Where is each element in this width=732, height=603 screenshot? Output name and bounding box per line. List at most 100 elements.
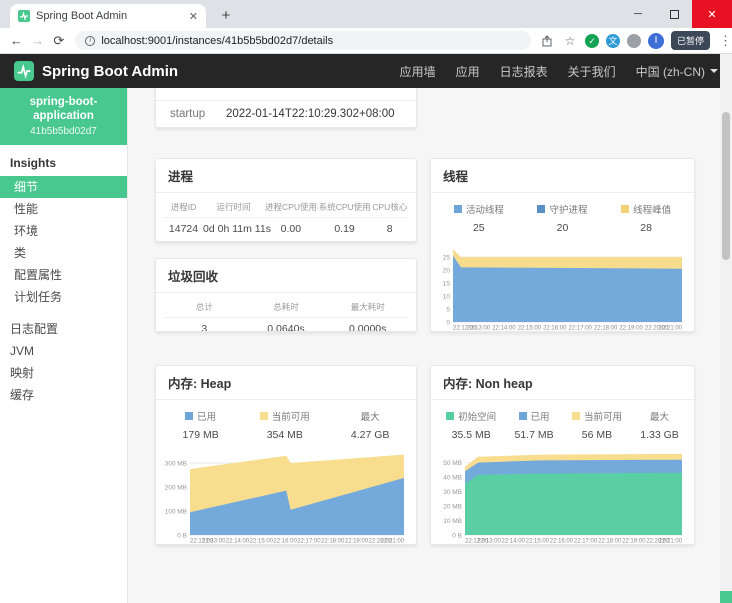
cell-value: 0.0000s	[327, 318, 408, 332]
legend-item-top: 当前可用	[260, 409, 310, 423]
nav-item-1[interactable]: 应用	[456, 63, 480, 80]
legend-label: 初始空间	[458, 409, 496, 423]
legend-value: 354 MB	[260, 429, 310, 441]
app-brand-title[interactable]: Spring Boot Admin	[42, 63, 400, 80]
extension-adblock-icon[interactable]: ✓	[585, 34, 599, 48]
legend-item: 线程峰值28	[621, 202, 671, 234]
legend-value: 25	[454, 222, 504, 234]
sidebar-item[interactable]: 计划任务	[0, 286, 127, 308]
sidebar-item[interactable]: 细节	[0, 176, 127, 198]
extension-translate-icon[interactable]: 文	[606, 34, 620, 48]
legend-value: 51.7 MB	[515, 429, 554, 441]
refresh-button[interactable]: ⟳	[48, 33, 69, 49]
column-header: CPU核心数	[371, 198, 408, 218]
extensions-puzzle-icon[interactable]	[627, 34, 641, 48]
sidebar-item[interactable]: 日志配置	[0, 318, 127, 340]
svg-text:22:17:00: 22:17:00	[297, 539, 321, 545]
column-header: 运行时间	[203, 198, 264, 218]
tab-close-icon[interactable]: ✕	[189, 10, 198, 23]
svg-text:100 MB: 100 MB	[165, 509, 187, 516]
legend-value: 1.33 GB	[640, 429, 679, 441]
startup-label: startup	[170, 108, 226, 120]
main-content: startup 2022-01-14T22:10:29.302+08:00 进程…	[128, 88, 722, 603]
legend-value: 56 MB	[572, 429, 622, 441]
column-header: 系统CPU使用率	[318, 198, 372, 218]
cell-value: 0d 0h 11m 11s	[203, 218, 264, 235]
bookmark-star-icon[interactable]: ☆	[562, 33, 578, 49]
svg-text:22:18:00: 22:18:00	[321, 539, 345, 545]
url-field[interactable]: i localhost:9001/instances/41b5b5bd02d7/…	[75, 31, 531, 50]
svg-text:22:14:00: 22:14:00	[492, 326, 516, 332]
locale-label: 中国 (zh-CN)	[636, 63, 705, 80]
svg-text:22:21:00: 22:21:00	[381, 539, 405, 545]
nav-item-0[interactable]: 应用墙	[400, 63, 436, 80]
cell-value: 0.0640s	[245, 318, 328, 332]
startup-card: startup 2022-01-14T22:10:29.302+08:00	[155, 88, 417, 128]
back-button[interactable]: ←	[6, 33, 27, 48]
sidebar-item[interactable]: 映射	[0, 362, 127, 384]
legend-swatch-icon	[572, 412, 580, 420]
legend-swatch-icon	[185, 412, 193, 420]
cell-value: 3	[164, 318, 245, 332]
column-header: 总计	[164, 298, 245, 318]
legend-value: 179 MB	[183, 429, 219, 441]
nav-item-2[interactable]: 日志报表	[500, 63, 548, 80]
legend-label: 已用	[197, 409, 216, 423]
browser-menu-icon[interactable]: ⋮	[719, 33, 732, 49]
svg-text:20 MB: 20 MB	[443, 504, 462, 511]
sidebar-item[interactable]: 性能	[0, 198, 127, 220]
locale-dropdown[interactable]: 中国 (zh-CN)	[636, 63, 718, 80]
nonheap-card-title: 内存: Non heap	[431, 366, 694, 400]
sidebar-item[interactable]: 环境	[0, 220, 127, 242]
scrollbar-track[interactable]	[720, 54, 732, 603]
site-info-icon[interactable]: i	[85, 36, 95, 46]
sidebar-item[interactable]: 缓存	[0, 384, 127, 406]
svg-text:22:15:00: 22:15:00	[518, 326, 542, 332]
legend-label: 已用	[531, 409, 550, 423]
svg-text:22:16:00: 22:16:00	[550, 539, 574, 545]
svg-text:22:21:00: 22:21:00	[659, 326, 683, 332]
svg-text:22:13:00: 22:13:00	[202, 539, 226, 545]
svg-text:22:16:00: 22:16:00	[543, 326, 567, 332]
window-close-button[interactable]: ✕	[692, 0, 732, 28]
profile-avatar[interactable]: I	[648, 33, 664, 49]
legend-item: 当前可用 354 MB	[260, 409, 310, 441]
browser-tabstrip: Spring Boot Admin ✕ + ─ ✕	[0, 0, 732, 28]
svg-text:22:14:00: 22:14:00	[502, 539, 526, 545]
legend-item-top: 最大	[351, 409, 390, 423]
window-maximize-button[interactable]	[656, 0, 692, 28]
svg-text:20: 20	[443, 268, 451, 275]
svg-text:30 MB: 30 MB	[443, 489, 462, 496]
new-tab-button[interactable]: +	[214, 4, 238, 28]
svg-text:22:15:00: 22:15:00	[526, 539, 550, 545]
svg-text:22:19:00: 22:19:00	[619, 326, 643, 332]
screen: Spring Boot Admin ✕ + ─ ✕ ← → ⟳ i localh…	[0, 0, 732, 603]
process-card-title: 进程	[156, 159, 416, 193]
sidebar-item[interactable]: 配置属性	[0, 264, 127, 286]
browser-tab[interactable]: Spring Boot Admin ✕	[10, 4, 206, 28]
scrollbar-thumb[interactable]	[722, 112, 730, 260]
sidebar-item[interactable]: JVM	[0, 340, 127, 362]
table-header-row: 总计总耗时最大耗时	[164, 298, 408, 318]
sidebar-item[interactable]: 类	[0, 242, 127, 264]
instance-block: spring-boot-application 41b5b5bd02d7	[0, 88, 127, 145]
chevron-down-icon	[710, 69, 718, 73]
svg-text:25: 25	[443, 255, 451, 262]
heap-card: 内存: Heap 已用179 MB当前可用354 MB最大4.27 GB 0 B…	[155, 365, 417, 545]
share-icon[interactable]	[539, 33, 555, 49]
heap-card-title: 内存: Heap	[156, 366, 416, 400]
svg-text:22:18:00: 22:18:00	[598, 539, 622, 545]
threads-card: 线程 活动线程25守护进程20线程峰值28 051015202522:12:00…	[430, 158, 695, 332]
nav-item-3[interactable]: 关于我们	[568, 63, 616, 80]
tab-title: Spring Boot Admin	[36, 10, 183, 22]
paused-badge[interactable]: 已暂停	[671, 31, 710, 50]
cell-value: 8	[371, 218, 408, 235]
scroll-corner-button[interactable]	[720, 591, 732, 603]
svg-text:22:17:00: 22:17:00	[569, 326, 593, 332]
app-logo-icon	[14, 61, 34, 81]
svg-text:22:13:00: 22:13:00	[477, 539, 501, 545]
forward-button[interactable]: →	[27, 33, 48, 48]
window-minimize-button[interactable]: ─	[620, 0, 656, 28]
svg-text:22:16:00: 22:16:00	[273, 539, 297, 545]
heap-chart: 0 B100 MB200 MB300 MB22:12:0022:13:0022:…	[160, 448, 408, 544]
